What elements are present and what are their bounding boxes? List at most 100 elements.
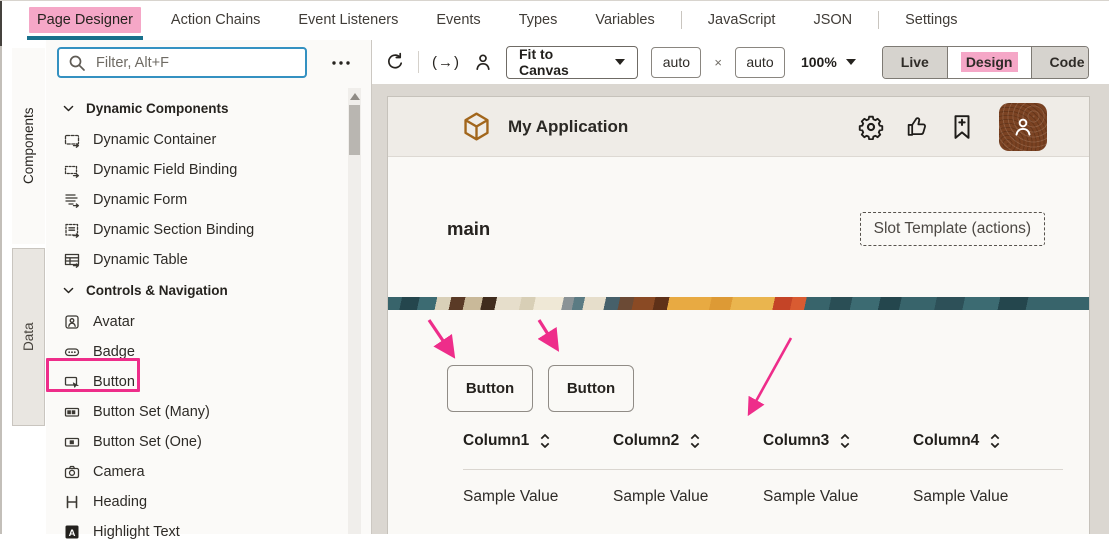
- sort-chevrons-icon[interactable]: [689, 433, 701, 449]
- svg-text:A: A: [69, 528, 76, 539]
- component-item-dynamic-form[interactable]: Dynamic Form: [46, 185, 371, 215]
- component-item-dynamic-section-binding[interactable]: Dynamic Section Binding: [46, 215, 371, 245]
- tab-label: Variables: [587, 7, 662, 33]
- code-arrow-icon[interactable]: (→): [432, 54, 460, 71]
- gear-icon[interactable]: [858, 114, 884, 140]
- sort-chevrons-icon[interactable]: [539, 433, 551, 449]
- component-item-badge[interactable]: Badge: [46, 337, 371, 367]
- column-header-column2[interactable]: Column2: [613, 432, 763, 450]
- preview-button-1[interactable]: Button: [447, 365, 533, 412]
- tab-page-designer[interactable]: Page Designer: [18, 0, 152, 40]
- button-icon: [64, 374, 80, 390]
- dynamic-container-icon: [64, 132, 80, 148]
- bookmark-add-icon[interactable]: [951, 114, 973, 140]
- chevron-down-icon[interactable]: [62, 284, 75, 297]
- scrollbar-up-arrow[interactable]: [350, 93, 360, 100]
- tree-section-header[interactable]: Controls & Navigation: [46, 275, 371, 307]
- column-header-column4[interactable]: Column4: [913, 432, 1063, 450]
- tab-types[interactable]: Types: [500, 0, 577, 40]
- zoom-value: 100%: [801, 54, 837, 70]
- cube-logo-icon: [461, 111, 492, 142]
- window-left-edge: [0, 0, 2, 534]
- sort-chevrons-icon[interactable]: [989, 433, 1001, 449]
- tab-group-divider: [681, 11, 682, 29]
- mode-code[interactable]: Code: [1031, 47, 1090, 78]
- rail-tab-data[interactable]: Data: [12, 248, 45, 426]
- avatar-icon: [64, 314, 80, 330]
- component-item-button-set-many[interactable]: Button Set (Many): [46, 397, 371, 427]
- user-icon[interactable]: [473, 52, 493, 72]
- component-item-dynamic-field-binding[interactable]: Dynamic Field Binding: [46, 155, 371, 185]
- preview-button-2[interactable]: Button: [548, 365, 634, 412]
- component-item-button-set-one[interactable]: Button Set (One): [46, 427, 371, 457]
- fit-to-canvas-dropdown[interactable]: Fit to Canvas: [506, 46, 638, 79]
- tree-section-header[interactable]: Dynamic Components: [46, 93, 371, 125]
- editor-tabs: Page Designer Action Chains Event Listener…: [18, 0, 977, 40]
- search-icon: [68, 54, 86, 72]
- tab-label: Action Chains: [163, 7, 268, 33]
- mode-design[interactable]: Design: [947, 47, 1031, 78]
- toolbar-divider: [418, 51, 419, 73]
- chevron-down-icon[interactable]: [62, 102, 75, 115]
- tab-action-chains[interactable]: Action Chains: [152, 0, 279, 40]
- canvas-height-input[interactable]: [735, 47, 785, 78]
- fit-to-canvas-value: Fit to Canvas: [519, 46, 599, 78]
- refresh-icon[interactable]: [385, 52, 405, 72]
- tab-events[interactable]: Events: [417, 0, 499, 40]
- canvas-toolbar: (→) Fit to Canvas × 100% LiveDesignCode: [372, 40, 1109, 84]
- ellipsis-icon[interactable]: [331, 60, 351, 66]
- decorative-banner-image: [388, 297, 1089, 310]
- component-tree: Dynamic ComponentsDynamic ContainerDynam…: [46, 85, 371, 547]
- component-item-label: Heading: [93, 494, 147, 510]
- component-item-label: Badge: [93, 344, 135, 360]
- column-header-column1[interactable]: Column1: [463, 432, 613, 450]
- component-item-highlight-text[interactable]: AHighlight Text: [46, 517, 371, 547]
- tab-label: JavaScript: [700, 7, 784, 33]
- app-title: My Application: [508, 117, 628, 137]
- thumbs-up-icon[interactable]: [905, 114, 930, 139]
- window-left-edge-dark: [0, 0, 2, 46]
- page-title: main: [447, 218, 490, 240]
- component-item-heading[interactable]: Heading: [46, 487, 371, 517]
- column-header-column3[interactable]: Column3: [763, 432, 913, 450]
- panel-scrollbar[interactable]: [348, 88, 361, 534]
- rail-tab-components[interactable]: Components: [12, 48, 45, 244]
- app-preview: My Application main Slot Template (actio…: [387, 96, 1090, 534]
- app-header-actions: [858, 103, 1047, 151]
- zoom-dropdown[interactable]: 100%: [801, 54, 856, 70]
- column-header-label: Column1: [463, 432, 529, 450]
- column-header-label: Column3: [763, 432, 829, 450]
- tab-label: JSON: [805, 7, 860, 33]
- dynamic-form-icon: [64, 192, 80, 208]
- canvas-width-input[interactable]: [651, 47, 701, 78]
- app-header: My Application: [388, 97, 1089, 157]
- mode-live[interactable]: Live: [883, 47, 947, 78]
- component-item-button[interactable]: Button: [46, 367, 371, 397]
- column-header-label: Column4: [913, 432, 979, 450]
- dynamic-section-binding-icon: [64, 222, 80, 238]
- tree-section-title: Controls & Navigation: [86, 283, 228, 298]
- user-avatar[interactable]: [999, 103, 1047, 151]
- component-item-camera[interactable]: Camera: [46, 457, 371, 487]
- editor-tab-bar: Page Designer Action Chains Event Listener…: [0, 0, 1109, 40]
- tab-javascript[interactable]: JavaScript: [689, 0, 795, 40]
- highlight-text-icon: A: [64, 524, 80, 540]
- component-filter-input[interactable]: [94, 54, 296, 72]
- component-item-dynamic-table[interactable]: Dynamic Table: [46, 245, 371, 275]
- tab-settings[interactable]: Settings: [886, 0, 976, 40]
- tab-event-listeners[interactable]: Event Listeners: [279, 0, 417, 40]
- tab-json[interactable]: JSON: [794, 0, 871, 40]
- tab-group-divider: [878, 11, 879, 29]
- table-header-row: Column1 Column2Column3 Column4: [463, 426, 1063, 456]
- tab-variables[interactable]: Variables: [576, 0, 673, 40]
- sort-chevrons-icon[interactable]: [839, 433, 851, 449]
- person-icon: [1010, 114, 1036, 140]
- component-filter-field[interactable]: [57, 47, 307, 78]
- table-cell: Sample Value: [463, 488, 613, 506]
- component-item-avatar[interactable]: Avatar: [46, 307, 371, 337]
- scrollbar-thumb[interactable]: [349, 105, 360, 155]
- component-item-dynamic-container[interactable]: Dynamic Container: [46, 125, 371, 155]
- mode-label: Code: [1045, 52, 1090, 72]
- slot-template-placeholder[interactable]: Slot Template (actions): [860, 212, 1045, 246]
- component-item-label: Avatar: [93, 314, 135, 330]
